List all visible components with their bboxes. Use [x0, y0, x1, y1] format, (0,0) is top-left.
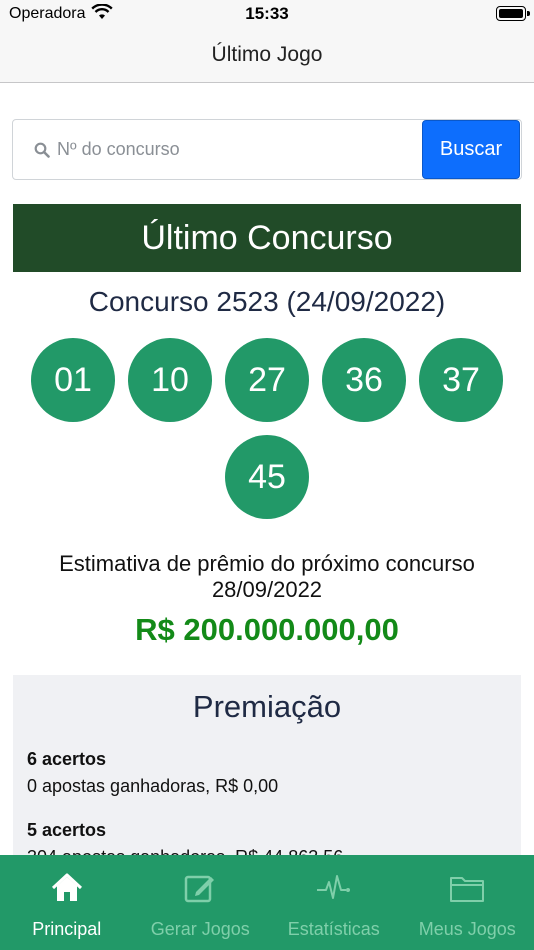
tab-label: Principal	[32, 919, 102, 939]
search-box: Buscar	[12, 119, 522, 180]
drawn-numbers: 01 10 27 36 37 45	[0, 338, 534, 519]
prize-card-title: Premiação	[192, 689, 342, 724]
app-screen: Operadora 15:33 Último Jogo Buscar Últim…	[0, 0, 534, 950]
contest-title: Concurso 2523 (24/09/2022)	[88, 286, 446, 317]
prize-tier-desc: 0 apostas ganhadoras, R$ 0,00	[27, 776, 279, 796]
tab-label: Estatísticas	[287, 919, 380, 939]
prize-tier: 6 acertos 0 apostas ganhadoras, R$ 0,00	[27, 749, 278, 797]
tab-bar: Principal Gerar Jogos Estatísticas Meus …	[0, 855, 534, 950]
prize-tier-title: 5 acertos	[27, 820, 107, 840]
edit-icon	[182, 870, 218, 906]
tab-estatisticas[interactable]: Estatísticas	[267, 855, 401, 950]
search-input[interactable]	[57, 120, 417, 179]
clock: 15:33	[245, 4, 289, 23]
prize-card: Premiação 6 acertos 0 apostas ganhadoras…	[13, 675, 521, 875]
tab-gerar-jogos[interactable]: Gerar Jogos	[134, 855, 268, 950]
tab-meus-jogos[interactable]: Meus Jogos	[401, 855, 534, 950]
section-title: Último Concurso	[13, 204, 521, 272]
pulse-icon	[316, 870, 352, 906]
page-title: Último Jogo	[211, 43, 323, 66]
prize-estimate-label: Estimativa de prêmio do próximo concurso…	[0, 551, 534, 603]
folder-icon	[449, 870, 485, 906]
tab-label: Meus Jogos	[418, 919, 516, 939]
next-contest-date: 28/09/2022	[211, 577, 323, 602]
number-ball: 45	[225, 435, 309, 519]
number-ball: 37	[419, 338, 503, 422]
number-ball: 27	[225, 338, 309, 422]
prize-estimate-text: Estimativa de prêmio do próximo concurso	[59, 551, 475, 576]
status-bar: Operadora 15:33	[0, 0, 534, 28]
home-icon	[49, 870, 85, 906]
prize-estimate-value: R$ 200.000.000,00	[135, 612, 399, 647]
battery-icon	[496, 6, 530, 21]
number-ball: 10	[128, 338, 212, 422]
search-button[interactable]: Buscar	[422, 120, 520, 179]
prize-tier-title: 6 acertos	[27, 749, 107, 769]
number-ball: 01	[31, 338, 115, 422]
number-ball: 36	[322, 338, 406, 422]
tab-principal[interactable]: Principal	[0, 855, 134, 950]
tab-label: Gerar Jogos	[150, 919, 250, 939]
navigation-bar: Último Jogo	[0, 28, 534, 83]
search-icon	[34, 142, 50, 163]
